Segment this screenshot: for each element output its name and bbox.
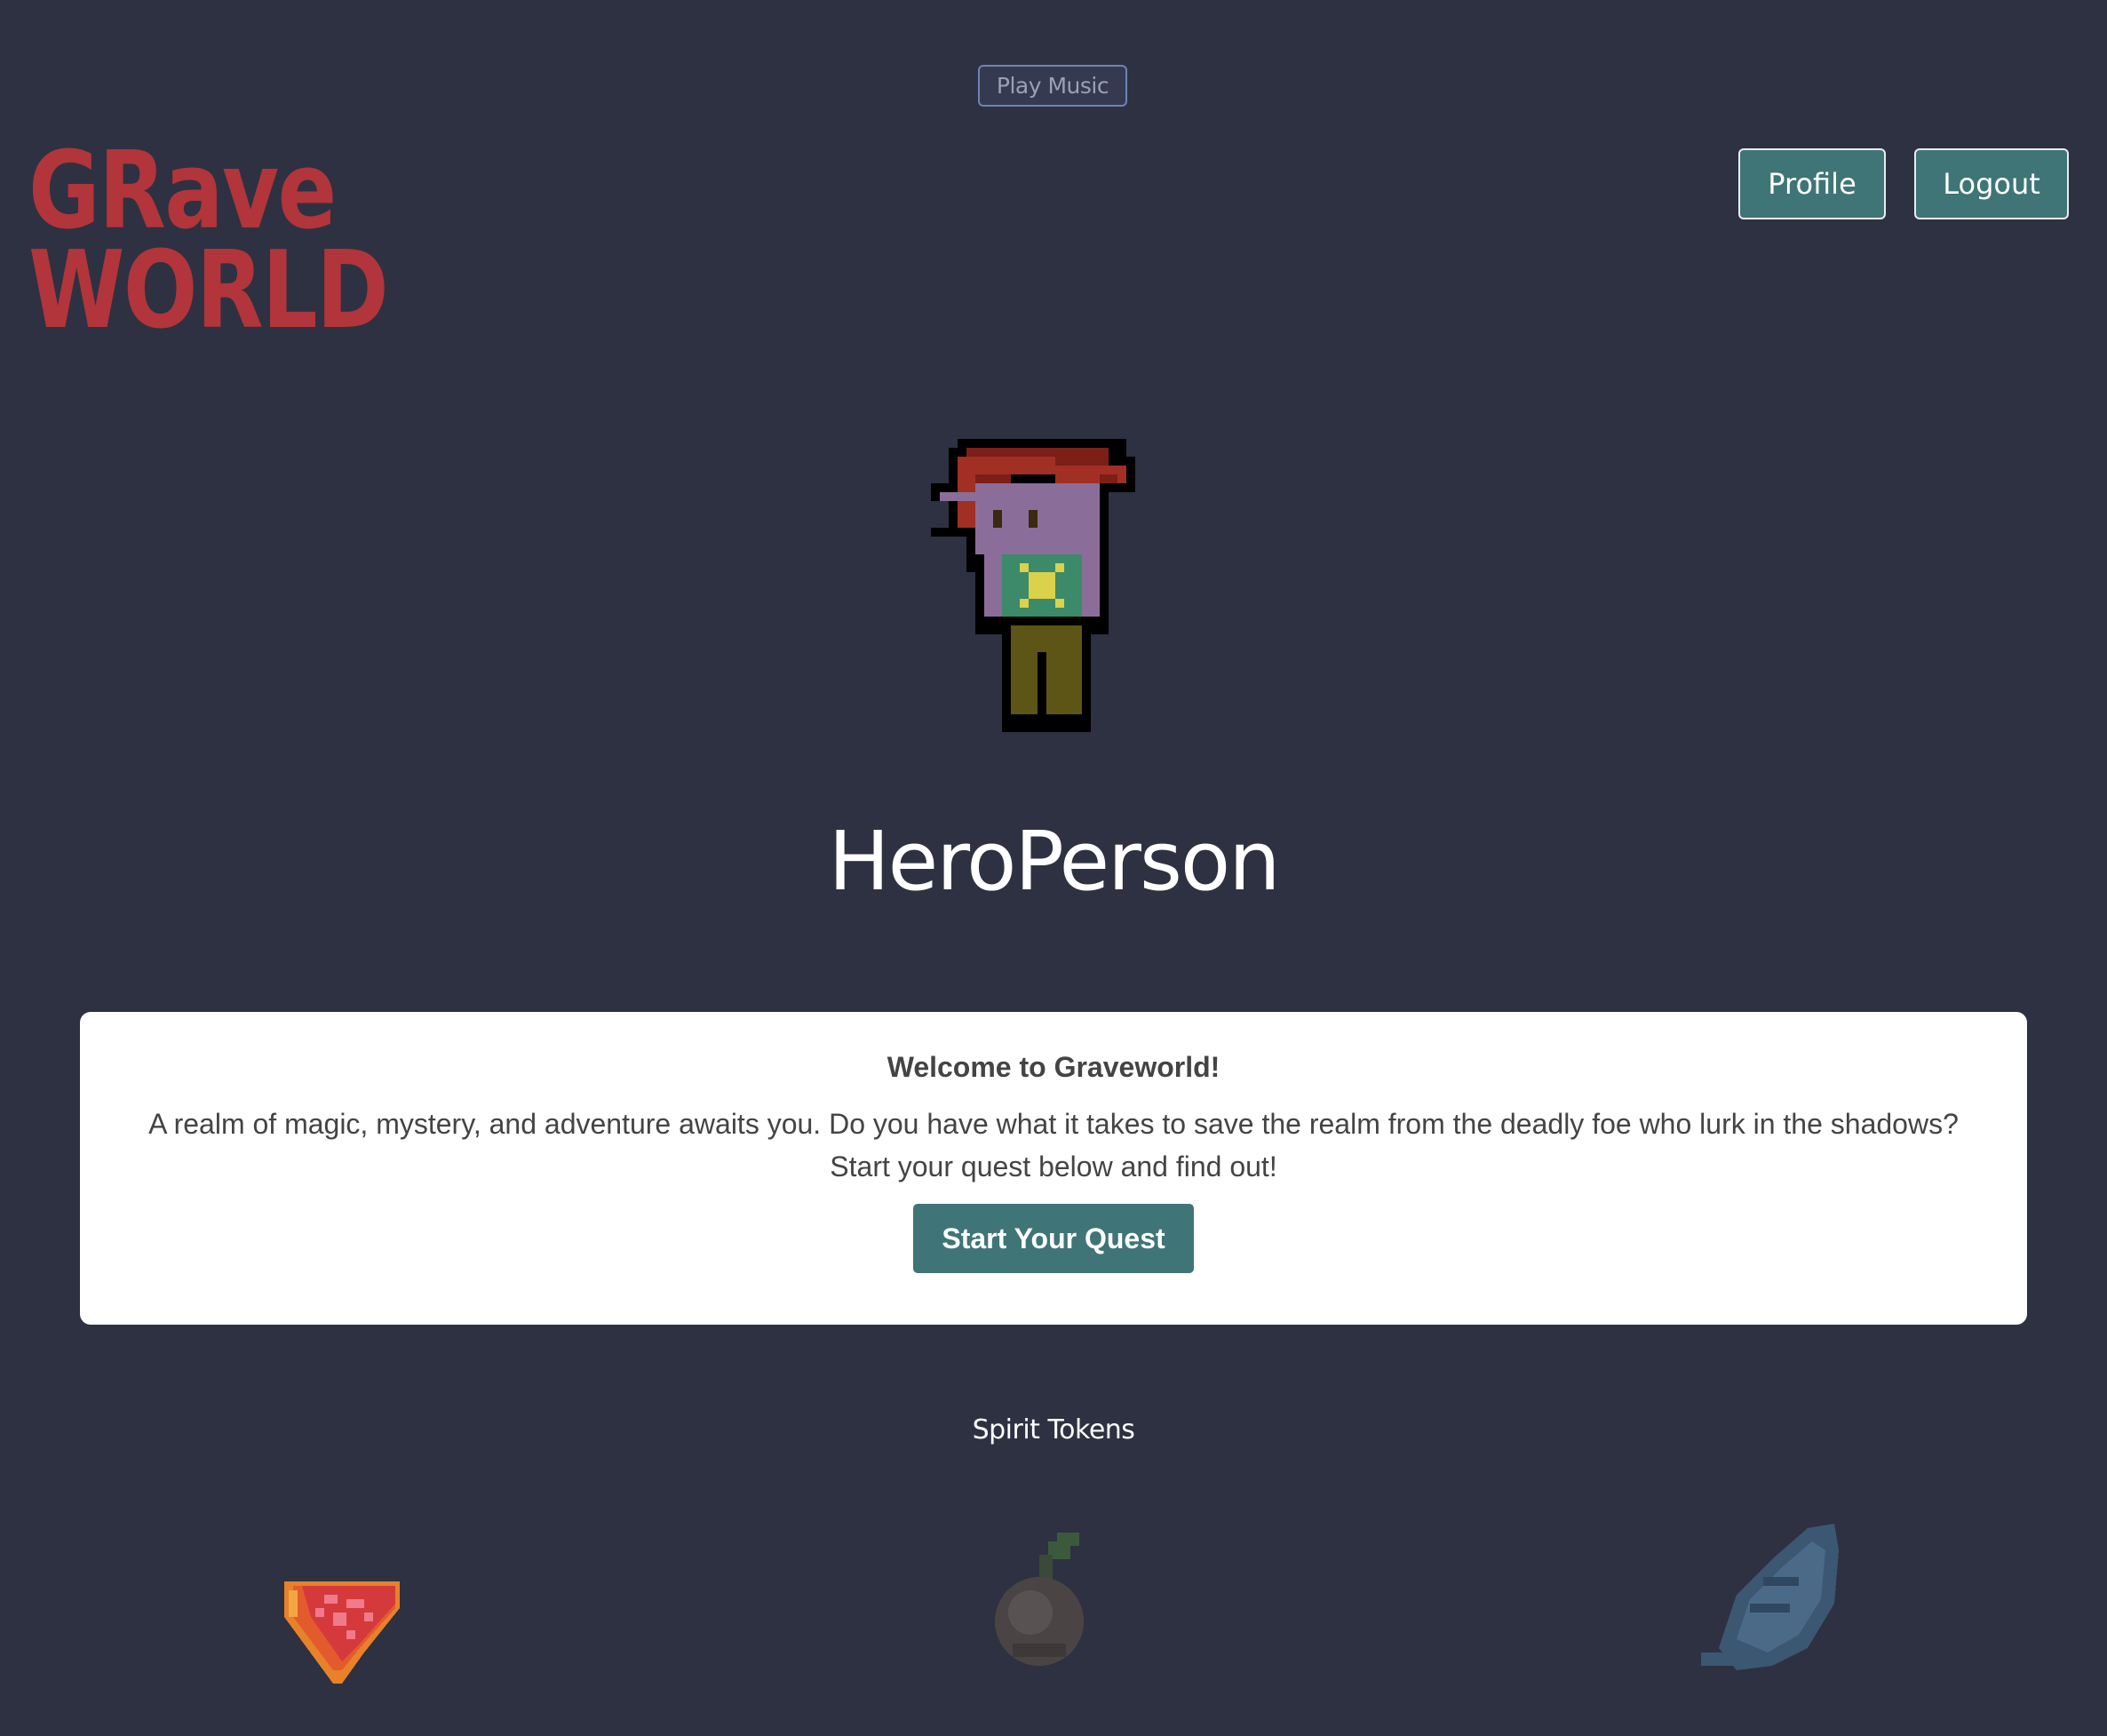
start-quest-button[interactable]: Start Your Quest: [913, 1204, 1194, 1273]
profile-button[interactable]: Profile: [1738, 148, 1886, 219]
hero-character-icon: [931, 439, 1135, 732]
logo-line-2: WORLD: [28, 229, 389, 353]
logo-line-1: GRave: [28, 130, 337, 253]
hero-name: HeroPerson: [828, 814, 1280, 909]
welcome-text: A realm of magic, mystery, and adventure…: [148, 1108, 1959, 1183]
spirit-tokens-title: Spirit Tokens: [972, 1414, 1135, 1445]
graveworld-logo: GRave WORLD: [28, 130, 389, 353]
welcome-title: Welcome to Graveworld!: [887, 1051, 1220, 1083]
play-music-button[interactable]: Play Music: [978, 65, 1127, 107]
logout-button[interactable]: Logout: [1914, 148, 2069, 219]
feather-token-icon[interactable]: [1692, 1515, 1843, 1679]
seed-token-icon[interactable]: [986, 1528, 1110, 1675]
heart-gem-token-icon[interactable]: [275, 1573, 409, 1688]
welcome-card: Welcome to Graveworld! A realm of magic,…: [80, 1012, 2027, 1325]
